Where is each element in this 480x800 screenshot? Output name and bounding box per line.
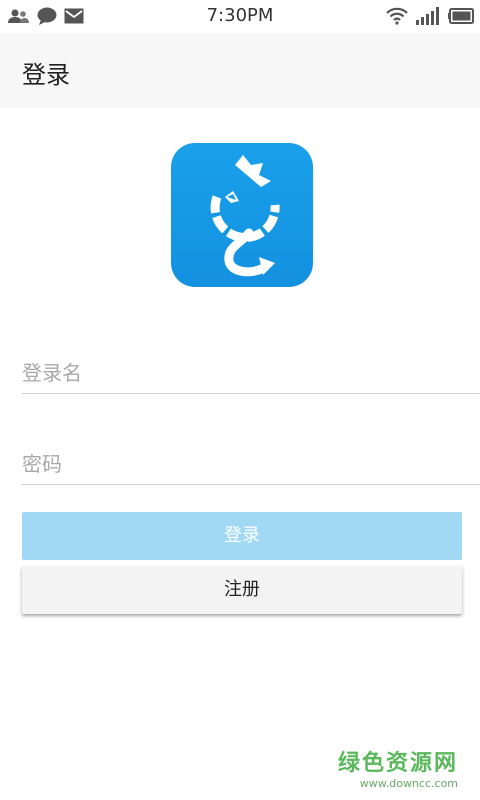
system-icons (386, 6, 474, 26)
app-logo (171, 143, 313, 287)
status-bar: 7:30PM (0, 0, 480, 33)
signal-icon (416, 7, 439, 25)
watermark-name: 绿色资源网 (337, 751, 458, 776)
username-field-container (22, 346, 480, 394)
watermark: 绿色资源网 www.downcc.com (338, 745, 458, 790)
username-input[interactable] (22, 346, 480, 393)
action-bar: 登录 (0, 33, 480, 108)
page-title: 登录 (22, 61, 70, 89)
login-button[interactable]: 登录 (22, 512, 462, 560)
battery-icon (448, 8, 474, 24)
register-button[interactable]: 注册 (22, 566, 462, 614)
wifi-icon (386, 7, 408, 25)
app-logo-icon (210, 155, 280, 277)
password-field-container (22, 437, 480, 485)
password-input[interactable] (22, 437, 480, 484)
watermark-url: www.downcc.com (359, 777, 458, 790)
